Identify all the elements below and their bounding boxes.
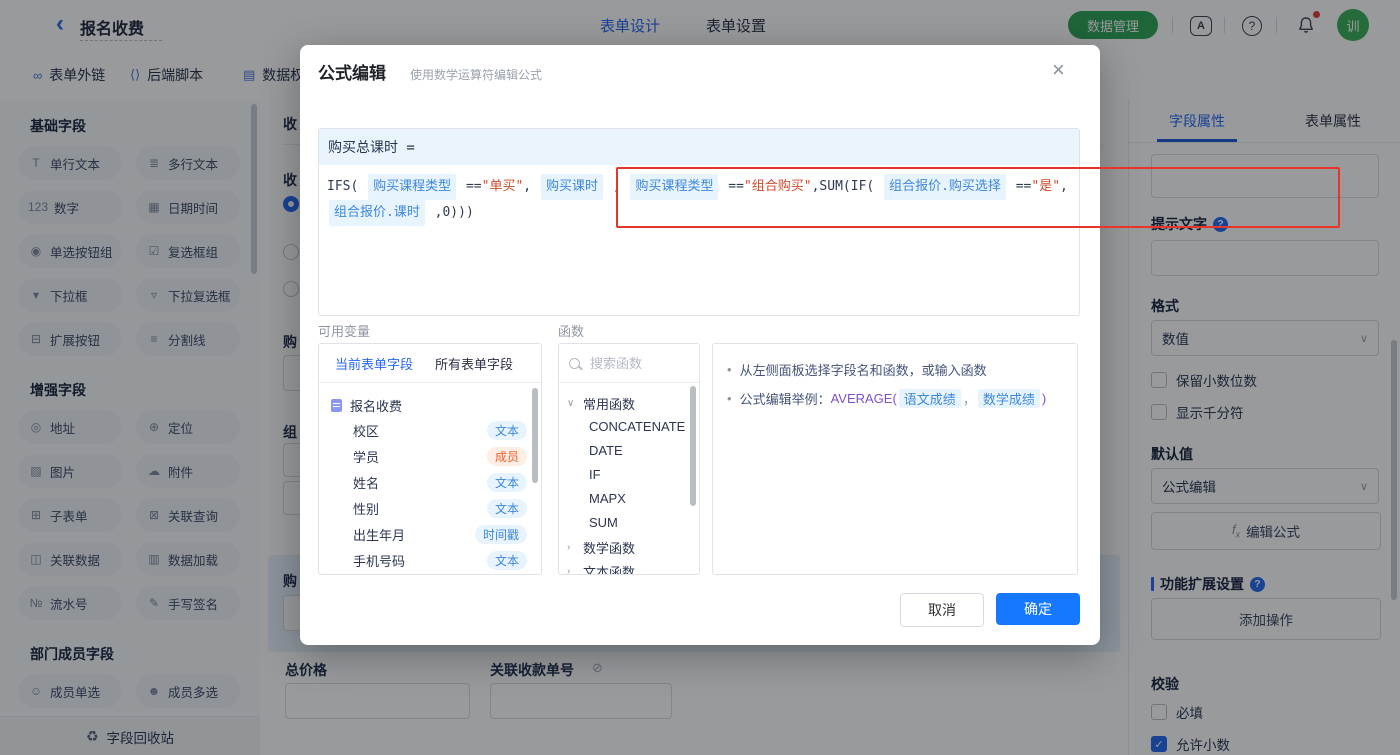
formula-code: IFS( xyxy=(327,179,367,194)
variable-field-row[interactable]: 手机号码 文本 xyxy=(331,547,531,573)
variable-field-name: 性别 xyxy=(353,501,380,517)
variables-tab[interactable]: 当前表单字段 xyxy=(335,354,413,373)
variables-label: 可用变量 xyxy=(318,324,371,339)
modal-title: 公式编辑 xyxy=(318,64,386,83)
function-item[interactable]: DATE xyxy=(567,439,699,463)
formula-line: 组合报价.课时 ,0))) xyxy=(327,200,1079,226)
example-field-chip: 语文成绩 xyxy=(898,389,961,408)
modal-subtitle: 使用数学运算符编辑公式 xyxy=(410,68,543,82)
app-root: ‹ 报名收费 表单设计 表单设置 数据管理 A ? 训 ∞ 表单外链 ⟨⟩ 后端脚本 ▤ 数… xyxy=(0,0,1400,755)
field-type-badge: 时间戳 xyxy=(474,524,527,544)
chevron-down-icon: ∨ xyxy=(567,397,575,409)
variable-field-name: 出生年月 xyxy=(353,527,406,543)
string-literal: "组合购买" xyxy=(743,179,812,194)
function-tree: ∨ 常用函数 CONCATENATE DATE IF MAPX SUM › 数学函数 › 文本函数 xyxy=(559,383,699,575)
formula-code: , xyxy=(604,179,629,194)
field-type-badge: 文本 xyxy=(486,472,527,492)
chevron-right-icon: › xyxy=(567,565,571,575)
close-icon[interactable]: × xyxy=(1052,59,1065,81)
string-literal: "单买" xyxy=(481,179,524,194)
field-type-badge: 成员 xyxy=(486,446,527,466)
function-item[interactable]: IF xyxy=(567,463,699,487)
example-function-open: AVERAGE( xyxy=(830,391,897,406)
function-group[interactable]: ∨ 常用函数 xyxy=(567,391,699,415)
function-item[interactable]: CONCATENATE xyxy=(567,415,699,439)
variable-field-name: 手机号码 xyxy=(353,553,406,569)
form-root-node[interactable]: 报名收费 xyxy=(331,393,531,417)
variable-field-row[interactable]: 学员 成员 xyxy=(331,443,531,469)
form-doc-icon xyxy=(331,398,342,412)
formula-editor-modal: 公式编辑 使用数学运算符编辑公式 × 购买总课时 = IFS( 购买课程类型 =… xyxy=(300,45,1340,645)
variable-field-name: 学员 xyxy=(353,449,380,465)
field-token[interactable]: 组合报价.购买选择 xyxy=(884,174,1006,200)
function-search[interactable] xyxy=(559,344,699,383)
formula-code: ,0))) xyxy=(426,205,474,220)
formula-line: IFS( 购买课程类型 =="单买", 购买课时 , 购买课程类型 =="组合购… xyxy=(327,174,1079,200)
field-token[interactable]: 购买课时 xyxy=(540,174,603,200)
field-token[interactable]: 组合报价.课时 xyxy=(329,200,425,226)
function-item[interactable]: SUM xyxy=(567,511,699,535)
formula-code: , xyxy=(1060,179,1068,194)
variable-field-row[interactable]: 校区 文本 xyxy=(331,417,531,443)
variable-field-row[interactable]: 性别 文本 xyxy=(331,495,531,521)
function-group-name: 常用函数 xyxy=(583,396,636,412)
function-group-name: 文本函数 xyxy=(583,564,636,575)
function-group[interactable]: › 数学函数 xyxy=(567,535,699,559)
function-search-input[interactable] xyxy=(588,354,682,372)
bullet: • xyxy=(727,391,732,406)
example-field-chip: 数学成绩 xyxy=(977,389,1040,408)
tips-panel: • 从左侧面板选择字段名和函数，或输入函数 • 公式编辑举例： AVERAGE(… xyxy=(712,343,1078,575)
chevron-right-icon: › xyxy=(567,541,571,553)
formula-target: 购买总课时 = xyxy=(319,129,1079,165)
confirm-button[interactable]: 确定 xyxy=(996,593,1080,625)
variables-tree: 报名收费 校区 文本 学员 成员 姓名 文本 性别 文本 出生年月 时间戳 手机号码 文本 xyxy=(319,383,541,573)
bullet: • xyxy=(727,362,732,377)
functions-label: 函数 xyxy=(558,324,585,339)
field-token[interactable]: 购买课程类型 xyxy=(630,174,719,200)
field-type-badge: 文本 xyxy=(486,498,527,518)
variable-field-name: 校区 xyxy=(353,423,380,439)
search-icon xyxy=(569,357,580,369)
variable-field-row[interactable]: 姓名 文本 xyxy=(331,469,531,495)
formula-code: == xyxy=(1007,179,1032,194)
formula-body[interactable]: IFS( 购买课程类型 =="单买", 购买课时 , 购买课程类型 =="组合购… xyxy=(319,165,1079,226)
formula-code: ,SUM(IF( xyxy=(811,179,883,194)
formula-code: , xyxy=(523,179,539,194)
variable-field-row[interactable]: 出生年月 时间戳 xyxy=(331,521,531,547)
formula-code: == xyxy=(458,179,482,194)
functions-panel: ∨ 常用函数 CONCATENATEDATEIFMAPXSUM › 数学函数 › 文本函数 xyxy=(558,343,700,575)
field-token[interactable]: 购买课程类型 xyxy=(368,174,457,200)
field-type-badge: 文本 xyxy=(486,550,527,570)
string-literal: "是" xyxy=(1031,179,1061,194)
function-group[interactable]: › 文本函数 xyxy=(567,559,699,575)
function-group-name: 数学函数 xyxy=(583,540,636,556)
variables-panel: 当前表单字段 所有表单字段 报名收费 校区 文本 学员 成员 姓名 文本 性别 文本 出生年月 时间… xyxy=(318,343,542,575)
variables-scrollbar[interactable] xyxy=(532,388,538,483)
cancel-button[interactable]: 取消 xyxy=(900,593,984,627)
functions-scrollbar[interactable] xyxy=(690,386,696,506)
tip-line-2: • 公式编辑举例： AVERAGE( 语文成绩 ， 数学成绩 ) xyxy=(727,389,1047,408)
variable-field-name: 姓名 xyxy=(353,475,380,491)
example-function-close: ) xyxy=(1041,391,1047,406)
function-item[interactable]: MAPX xyxy=(567,487,699,511)
tip-line-1: • 从左侧面板选择字段名和函数，或输入函数 xyxy=(727,362,987,378)
formula-editor[interactable]: 购买总课时 = IFS( 购买课程类型 =="单买", 购买课时 , 购买课程类… xyxy=(318,128,1080,316)
variables-tabs: 当前表单字段 所有表单字段 xyxy=(319,344,541,383)
field-type-badge: 文本 xyxy=(486,420,527,440)
variables-tab[interactable]: 所有表单字段 xyxy=(435,354,513,373)
variable-field-list: 校区 文本 学员 成员 姓名 文本 性别 文本 出生年月 时间戳 手机号码 文本 xyxy=(331,417,531,573)
formula-code: == xyxy=(720,179,744,194)
